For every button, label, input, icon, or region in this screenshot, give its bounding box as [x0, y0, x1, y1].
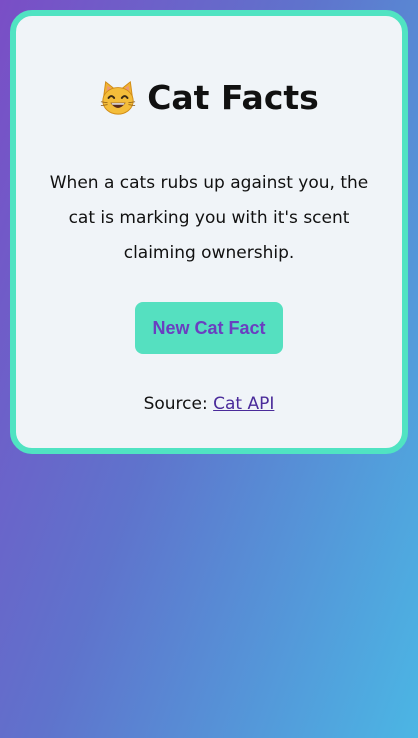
title-text: Cat Facts	[147, 78, 319, 117]
cat-fact-card: Cat Facts When a cats rubs up against yo…	[10, 10, 408, 454]
grinning-cat-emoji-icon	[101, 80, 136, 115]
page-title: Cat Facts	[16, 78, 402, 117]
source-line: Source: Cat API	[16, 394, 402, 414]
cat-fact-text: When a cats rubs up against you, the cat…	[49, 173, 369, 263]
new-cat-fact-button[interactable]: New Cat Fact	[135, 302, 283, 354]
source-label: Source:	[143, 394, 208, 414]
cat-api-link[interactable]: Cat API	[213, 394, 274, 414]
